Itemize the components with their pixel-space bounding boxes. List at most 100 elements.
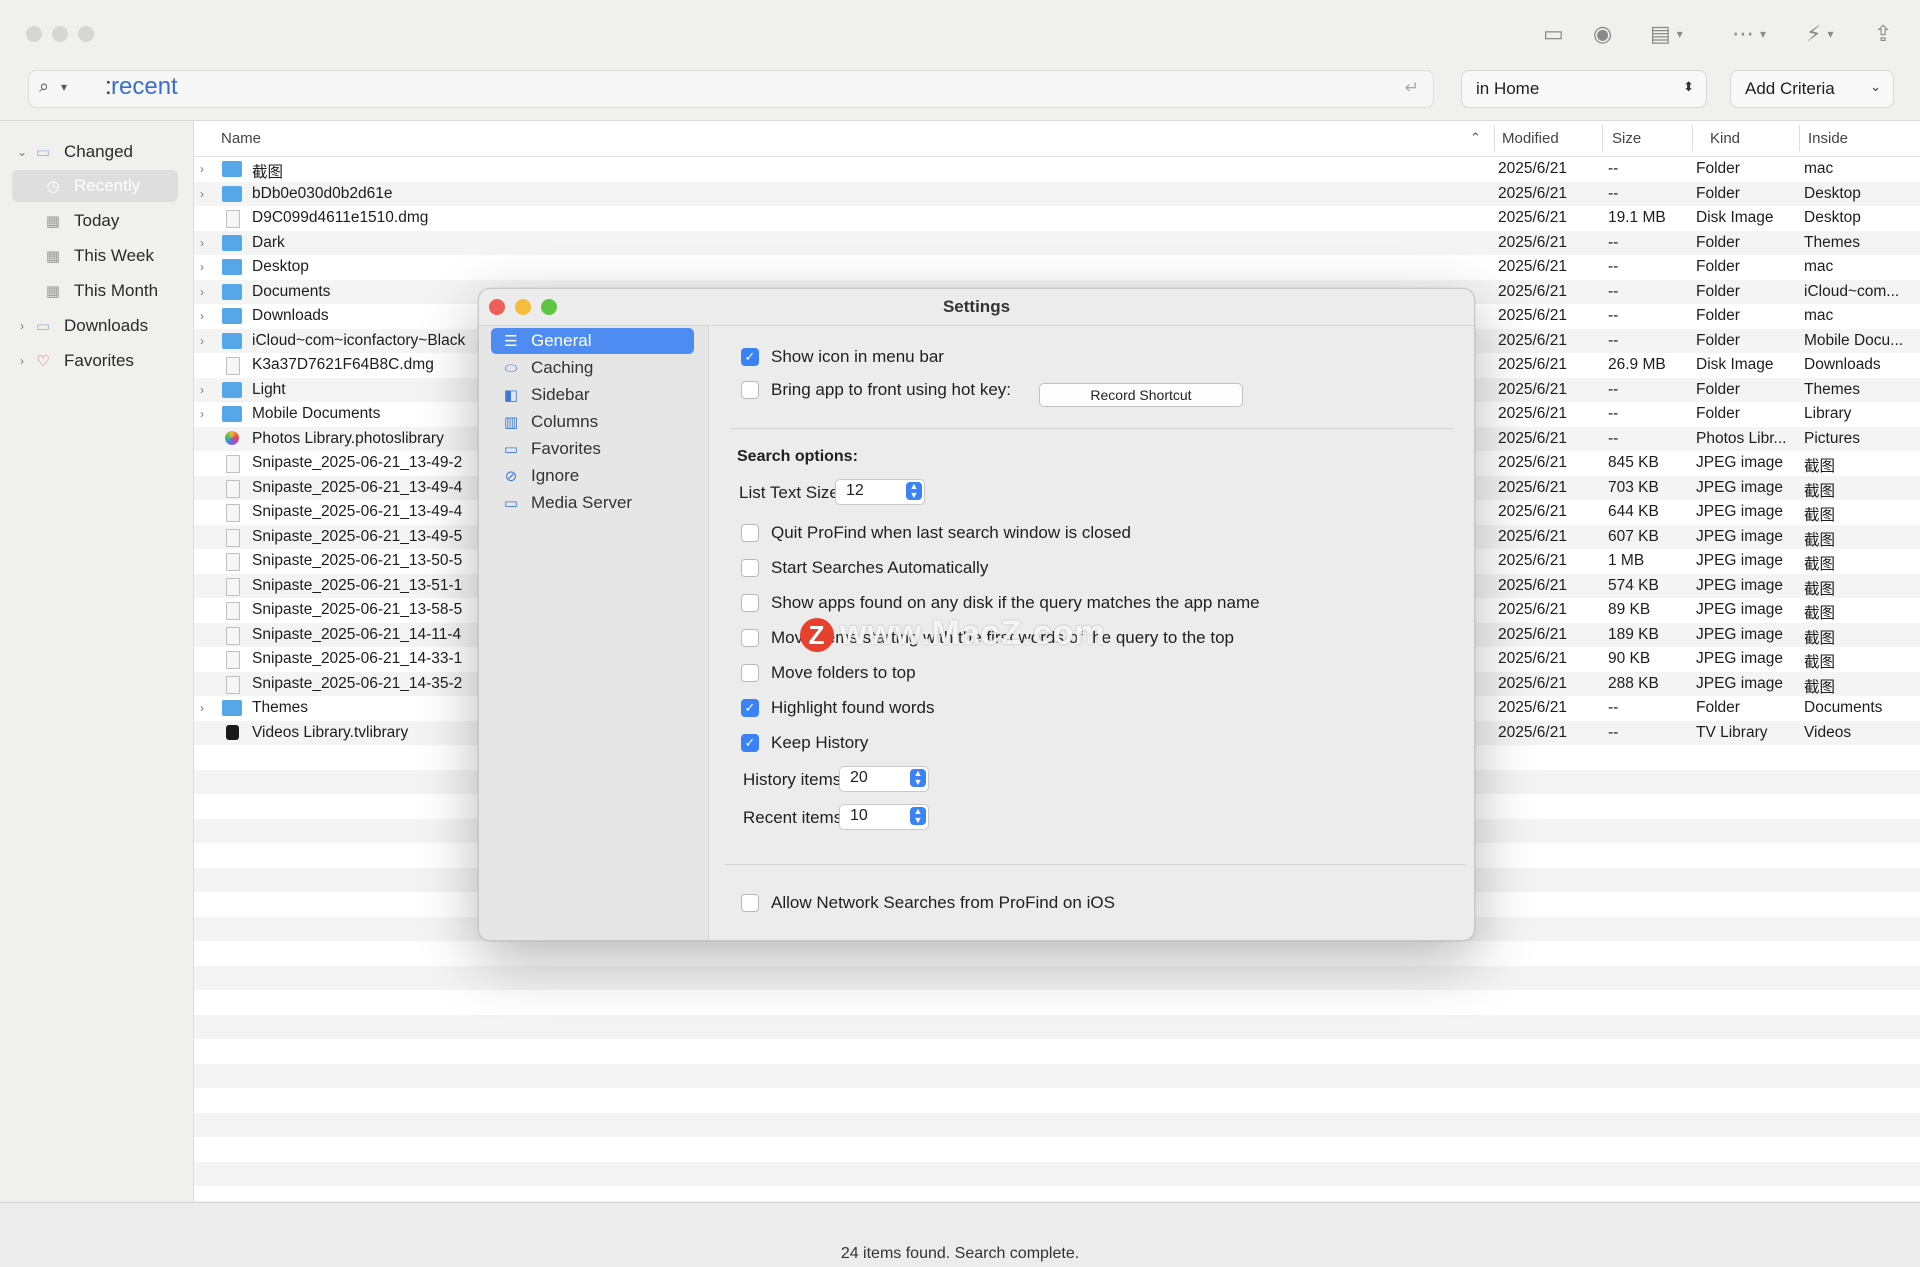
option-move-folders[interactable]: Move folders to top xyxy=(741,660,916,686)
option-quit-profind[interactable]: Quit ProFind when last search window is … xyxy=(741,520,1131,546)
view-options-button[interactable]: ▤ ▾ xyxy=(1650,20,1683,48)
quick-look-button[interactable]: ◉ xyxy=(1593,20,1612,48)
chevron-right-icon[interactable]: › xyxy=(12,354,32,368)
option-highlight-found[interactable]: ✓ Highlight found words xyxy=(741,695,934,721)
cell-kind: JPEG image xyxy=(1696,454,1784,471)
column-separator[interactable] xyxy=(1799,125,1800,151)
checkbox-unchecked[interactable] xyxy=(741,894,759,912)
pane-favorites[interactable]: ▭ Favorites xyxy=(491,436,694,462)
checkbox-unchecked[interactable] xyxy=(741,559,759,577)
close-window-button[interactable] xyxy=(26,26,42,42)
pane-ignore[interactable]: ⊘ Ignore xyxy=(491,463,694,489)
chevron-right-icon[interactable]: › xyxy=(200,407,214,421)
pane-media-server[interactable]: ▭ Media Server xyxy=(491,490,694,516)
table-row[interactable]: › Desktop 2025/6/21 -- Folder mac xyxy=(194,255,1920,280)
image-preview-button[interactable]: ▭ xyxy=(1543,20,1564,48)
chevron-down-icon: ⌄ xyxy=(1870,79,1881,94)
cell-name: Snipaste_2025-06-21_13-50-5 xyxy=(252,552,463,569)
sidebar-item-this-month[interactable]: ▦ This Month xyxy=(42,275,158,307)
return-icon: ↵ xyxy=(1404,78,1419,97)
stepper-arrows-icon[interactable]: ▲ ▼ xyxy=(910,769,926,787)
add-criteria-button[interactable]: Add Criteria ⌄ xyxy=(1730,70,1894,108)
cell-size: -- xyxy=(1608,331,1619,349)
table-row[interactable]: › 截图 2025/6/21 -- Folder mac xyxy=(194,157,1920,182)
chevron-right-icon[interactable]: › xyxy=(200,334,214,348)
empty-row xyxy=(194,965,1920,990)
option-start-searches[interactable]: Start Searches Automatically xyxy=(741,555,988,581)
folder-icon xyxy=(222,161,242,177)
table-row[interactable]: › Dark 2025/6/21 -- Folder Themes xyxy=(194,230,1920,255)
column-header-inside[interactable]: Inside xyxy=(1808,121,1848,156)
checkbox-unchecked[interactable] xyxy=(741,629,759,647)
chevron-right-icon[interactable]: › xyxy=(200,383,214,397)
cell-name: Snipaste_2025-06-21_13-49-5 xyxy=(252,527,463,545)
chevron-down-icon[interactable]: ⌄ xyxy=(12,145,32,159)
sidebar-item-favorites[interactable]: › ♡ Favorites xyxy=(12,345,134,377)
option-show-icon-menu-bar[interactable]: ✓ Show icon in menu bar xyxy=(741,344,944,370)
chevron-right-icon[interactable]: › xyxy=(200,260,214,274)
option-label: Show icon in menu bar xyxy=(771,347,944,366)
stepper-arrows-icon[interactable]: ▲ ▼ xyxy=(910,807,926,825)
column-header-size[interactable]: Size xyxy=(1612,121,1641,156)
sidebar-item-downloads[interactable]: › ▭ Downloads xyxy=(12,310,148,342)
quick-actions-button[interactable]: ⚡ ▾ xyxy=(1806,20,1833,48)
photo-icon xyxy=(225,430,239,445)
option-show-apps[interactable]: Show apps found on any disk if the query… xyxy=(741,590,1260,616)
chevron-right-icon[interactable]: › xyxy=(200,187,214,201)
option-bring-app-front[interactable]: Bring app to front using hot key: xyxy=(741,377,1011,403)
sidebar-group-changed[interactable]: ⌄ ▭ Changed xyxy=(12,136,133,168)
option-keep-history[interactable]: ✓ Keep History xyxy=(741,730,868,756)
zoom-window-button[interactable] xyxy=(78,26,94,42)
checkbox-checked[interactable]: ✓ xyxy=(741,699,759,717)
table-row[interactable]: › bDb0e030d0b2d61e 2025/6/21 -- Folder Deskto… xyxy=(194,181,1920,206)
photo-icon: ▭ xyxy=(1543,21,1564,46)
pane-sidebar[interactable]: ◧ Sidebar xyxy=(491,382,694,408)
cell-inside: 截图 xyxy=(1804,605,1836,622)
search-field[interactable]: ⌕ ▾ : recent ↵ xyxy=(28,70,1434,108)
sidebar-item-this-week[interactable]: ▦ This Week xyxy=(42,240,154,272)
pane-caching[interactable]: ⬭ Caching xyxy=(491,355,694,381)
checkbox-unchecked[interactable] xyxy=(741,381,759,399)
chevron-right-icon[interactable]: › xyxy=(200,162,214,176)
scope-select[interactable]: in Home ⬍ xyxy=(1461,70,1707,108)
column-header-modified[interactable]: Modified xyxy=(1502,121,1559,156)
more-actions-button[interactable]: ⋯ ▾ xyxy=(1732,20,1766,48)
chevron-right-icon[interactable]: › xyxy=(200,236,214,250)
table-row[interactable]: D9C099d4611e1510.dmg 2025/6/21 19.1 MB Disk… xyxy=(194,206,1920,231)
checkbox-unchecked[interactable] xyxy=(741,594,759,612)
cell-name: Mobile Documents xyxy=(252,405,381,422)
sidebar-item-today[interactable]: ▦ Today xyxy=(42,205,119,237)
sort-ascending-icon: ⌃ xyxy=(1470,130,1481,145)
stepper-arrows-icon[interactable]: ▲ ▼ xyxy=(906,482,922,500)
section-divider xyxy=(731,428,1453,429)
checkbox-checked[interactable]: ✓ xyxy=(741,734,759,752)
chevron-right-icon[interactable]: › xyxy=(200,701,214,715)
record-shortcut-button[interactable]: Record Shortcut xyxy=(1039,383,1243,407)
column-separator[interactable] xyxy=(1602,125,1603,151)
chevron-right-icon[interactable]: › xyxy=(200,285,214,299)
share-button[interactable]: ⇪ xyxy=(1874,20,1892,48)
list-text-size-stepper[interactable]: 12 ▲ ▼ xyxy=(835,479,925,505)
search-input[interactable]: recent xyxy=(111,73,178,101)
minimize-window-button[interactable] xyxy=(52,26,68,42)
option-allow-network[interactable]: Allow Network Searches from ProFind on i… xyxy=(741,890,1115,916)
column-header-name[interactable]: Name xyxy=(221,121,261,156)
chevron-right-icon[interactable]: › xyxy=(12,319,32,333)
cell-size: 607 KB xyxy=(1608,527,1659,545)
chevron-right-icon[interactable]: › xyxy=(200,309,214,323)
column-separator[interactable] xyxy=(1692,125,1693,151)
cell-kind: JPEG image xyxy=(1696,601,1784,618)
checkbox-unchecked[interactable] xyxy=(741,664,759,682)
search-icon: ⌕ xyxy=(39,76,50,96)
recent-items-stepper[interactable]: 10 ▲ ▼ xyxy=(839,804,929,830)
column-separator[interactable] xyxy=(1494,125,1495,151)
pane-columns[interactable]: ▥ Columns xyxy=(491,409,694,435)
pane-general[interactable]: ☰ General xyxy=(491,328,694,354)
checkbox-checked[interactable]: ✓ xyxy=(741,348,759,366)
history-items-stepper[interactable]: 20 ▲ ▼ xyxy=(839,766,929,792)
column-header-kind[interactable]: Kind xyxy=(1710,121,1740,156)
checkbox-unchecked[interactable] xyxy=(741,524,759,542)
sidebar-item-recently[interactable]: ◷ Recently xyxy=(42,170,140,202)
chevron-down-icon[interactable]: ▾ xyxy=(61,80,67,94)
settings-pane-list: ☰ General ⬭ Caching ◧ Sidebar ▥ Columns … xyxy=(479,325,709,940)
